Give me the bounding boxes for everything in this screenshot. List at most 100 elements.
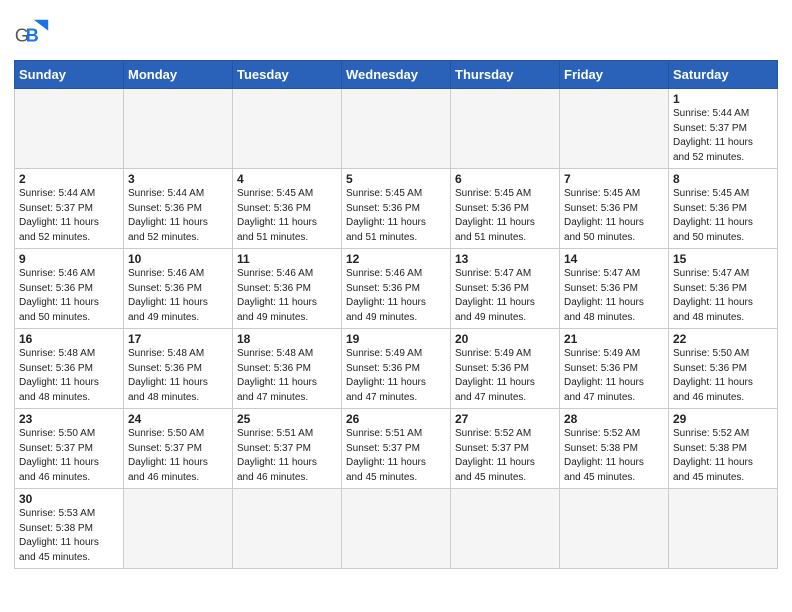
logo-icon: G B — [14, 18, 50, 54]
calendar-cell — [124, 89, 233, 169]
day-info: Sunrise: 5:50 AM Sunset: 5:36 PM Dayligh… — [673, 347, 773, 405]
day-info: Sunrise: 5:52 AM Sunset: 5:37 PM Dayligh… — [455, 427, 555, 485]
calendar-cell — [15, 89, 124, 169]
week-row-4: 16Sunrise: 5:48 AM Sunset: 5:36 PM Dayli… — [15, 329, 778, 409]
calendar-cell: 6Sunrise: 5:45 AM Sunset: 5:36 PM Daylig… — [451, 169, 560, 249]
day-number: 8 — [673, 172, 773, 186]
day-info: Sunrise: 5:48 AM Sunset: 5:36 PM Dayligh… — [237, 347, 337, 405]
day-info: Sunrise: 5:44 AM Sunset: 5:36 PM Dayligh… — [128, 187, 228, 245]
calendar-cell: 9Sunrise: 5:46 AM Sunset: 5:36 PM Daylig… — [15, 249, 124, 329]
day-info: Sunrise: 5:45 AM Sunset: 5:36 PM Dayligh… — [346, 187, 446, 245]
calendar-cell: 7Sunrise: 5:45 AM Sunset: 5:36 PM Daylig… — [560, 169, 669, 249]
calendar-cell: 28Sunrise: 5:52 AM Sunset: 5:38 PM Dayli… — [560, 409, 669, 489]
day-info: Sunrise: 5:47 AM Sunset: 5:36 PM Dayligh… — [673, 267, 773, 325]
calendar-cell: 20Sunrise: 5:49 AM Sunset: 5:36 PM Dayli… — [451, 329, 560, 409]
day-info: Sunrise: 5:45 AM Sunset: 5:36 PM Dayligh… — [673, 187, 773, 245]
day-number: 6 — [455, 172, 555, 186]
weekday-header-row: SundayMondayTuesdayWednesdayThursdayFrid… — [15, 61, 778, 89]
calendar-cell: 2Sunrise: 5:44 AM Sunset: 5:37 PM Daylig… — [15, 169, 124, 249]
day-info: Sunrise: 5:53 AM Sunset: 5:38 PM Dayligh… — [19, 507, 119, 565]
calendar-cell: 29Sunrise: 5:52 AM Sunset: 5:38 PM Dayli… — [669, 409, 778, 489]
calendar-cell: 23Sunrise: 5:50 AM Sunset: 5:37 PM Dayli… — [15, 409, 124, 489]
day-number: 11 — [237, 252, 337, 266]
day-info: Sunrise: 5:44 AM Sunset: 5:37 PM Dayligh… — [19, 187, 119, 245]
day-info: Sunrise: 5:49 AM Sunset: 5:36 PM Dayligh… — [346, 347, 446, 405]
day-number: 12 — [346, 252, 446, 266]
day-info: Sunrise: 5:46 AM Sunset: 5:36 PM Dayligh… — [346, 267, 446, 325]
calendar-cell: 13Sunrise: 5:47 AM Sunset: 5:36 PM Dayli… — [451, 249, 560, 329]
weekday-header-friday: Friday — [560, 61, 669, 89]
day-number: 19 — [346, 332, 446, 346]
calendar-cell: 8Sunrise: 5:45 AM Sunset: 5:36 PM Daylig… — [669, 169, 778, 249]
day-number: 13 — [455, 252, 555, 266]
day-info: Sunrise: 5:52 AM Sunset: 5:38 PM Dayligh… — [673, 427, 773, 485]
day-number: 29 — [673, 412, 773, 426]
day-info: Sunrise: 5:46 AM Sunset: 5:36 PM Dayligh… — [237, 267, 337, 325]
calendar-cell — [124, 489, 233, 569]
day-info: Sunrise: 5:51 AM Sunset: 5:37 PM Dayligh… — [346, 427, 446, 485]
calendar-cell: 24Sunrise: 5:50 AM Sunset: 5:37 PM Dayli… — [124, 409, 233, 489]
day-number: 25 — [237, 412, 337, 426]
calendar-cell: 16Sunrise: 5:48 AM Sunset: 5:36 PM Dayli… — [15, 329, 124, 409]
week-row-6: 30Sunrise: 5:53 AM Sunset: 5:38 PM Dayli… — [15, 489, 778, 569]
calendar-cell: 30Sunrise: 5:53 AM Sunset: 5:38 PM Dayli… — [15, 489, 124, 569]
day-number: 2 — [19, 172, 119, 186]
day-number: 28 — [564, 412, 664, 426]
day-info: Sunrise: 5:45 AM Sunset: 5:36 PM Dayligh… — [564, 187, 664, 245]
day-number: 24 — [128, 412, 228, 426]
day-number: 5 — [346, 172, 446, 186]
day-number: 26 — [346, 412, 446, 426]
weekday-header-thursday: Thursday — [451, 61, 560, 89]
calendar-cell — [560, 489, 669, 569]
week-row-5: 23Sunrise: 5:50 AM Sunset: 5:37 PM Dayli… — [15, 409, 778, 489]
day-number: 7 — [564, 172, 664, 186]
day-info: Sunrise: 5:52 AM Sunset: 5:38 PM Dayligh… — [564, 427, 664, 485]
day-info: Sunrise: 5:45 AM Sunset: 5:36 PM Dayligh… — [237, 187, 337, 245]
calendar-cell: 5Sunrise: 5:45 AM Sunset: 5:36 PM Daylig… — [342, 169, 451, 249]
weekday-header-saturday: Saturday — [669, 61, 778, 89]
calendar-cell: 26Sunrise: 5:51 AM Sunset: 5:37 PM Dayli… — [342, 409, 451, 489]
week-row-2: 2Sunrise: 5:44 AM Sunset: 5:37 PM Daylig… — [15, 169, 778, 249]
calendar-cell: 10Sunrise: 5:46 AM Sunset: 5:36 PM Dayli… — [124, 249, 233, 329]
day-info: Sunrise: 5:51 AM Sunset: 5:37 PM Dayligh… — [237, 427, 337, 485]
calendar-cell — [560, 89, 669, 169]
day-number: 14 — [564, 252, 664, 266]
weekday-header-tuesday: Tuesday — [233, 61, 342, 89]
calendar-cell: 12Sunrise: 5:46 AM Sunset: 5:36 PM Dayli… — [342, 249, 451, 329]
calendar-cell: 25Sunrise: 5:51 AM Sunset: 5:37 PM Dayli… — [233, 409, 342, 489]
calendar-cell: 18Sunrise: 5:48 AM Sunset: 5:36 PM Dayli… — [233, 329, 342, 409]
day-info: Sunrise: 5:48 AM Sunset: 5:36 PM Dayligh… — [128, 347, 228, 405]
calendar-cell — [342, 489, 451, 569]
calendar-cell — [233, 89, 342, 169]
calendar-cell: 21Sunrise: 5:49 AM Sunset: 5:36 PM Dayli… — [560, 329, 669, 409]
day-info: Sunrise: 5:49 AM Sunset: 5:36 PM Dayligh… — [455, 347, 555, 405]
day-info: Sunrise: 5:47 AM Sunset: 5:36 PM Dayligh… — [564, 267, 664, 325]
header: G B — [14, 10, 778, 54]
day-number: 22 — [673, 332, 773, 346]
week-row-3: 9Sunrise: 5:46 AM Sunset: 5:36 PM Daylig… — [15, 249, 778, 329]
day-number: 16 — [19, 332, 119, 346]
page: G B SundayMondayTuesdayWednesdayThursday… — [0, 0, 792, 612]
day-number: 18 — [237, 332, 337, 346]
day-info: Sunrise: 5:46 AM Sunset: 5:36 PM Dayligh… — [19, 267, 119, 325]
week-row-1: 1Sunrise: 5:44 AM Sunset: 5:37 PM Daylig… — [15, 89, 778, 169]
weekday-header-monday: Monday — [124, 61, 233, 89]
calendar-cell: 27Sunrise: 5:52 AM Sunset: 5:37 PM Dayli… — [451, 409, 560, 489]
weekday-header-wednesday: Wednesday — [342, 61, 451, 89]
day-number: 30 — [19, 492, 119, 506]
calendar-cell — [451, 89, 560, 169]
day-info: Sunrise: 5:50 AM Sunset: 5:37 PM Dayligh… — [19, 427, 119, 485]
calendar-cell: 11Sunrise: 5:46 AM Sunset: 5:36 PM Dayli… — [233, 249, 342, 329]
calendar-cell: 3Sunrise: 5:44 AM Sunset: 5:36 PM Daylig… — [124, 169, 233, 249]
calendar-cell: 1Sunrise: 5:44 AM Sunset: 5:37 PM Daylig… — [669, 89, 778, 169]
day-number: 1 — [673, 92, 773, 106]
calendar-cell — [451, 489, 560, 569]
day-number: 27 — [455, 412, 555, 426]
day-number: 10 — [128, 252, 228, 266]
day-info: Sunrise: 5:47 AM Sunset: 5:36 PM Dayligh… — [455, 267, 555, 325]
calendar: SundayMondayTuesdayWednesdayThursdayFrid… — [14, 60, 778, 569]
calendar-cell — [233, 489, 342, 569]
day-info: Sunrise: 5:48 AM Sunset: 5:36 PM Dayligh… — [19, 347, 119, 405]
day-number: 9 — [19, 252, 119, 266]
calendar-cell: 17Sunrise: 5:48 AM Sunset: 5:36 PM Dayli… — [124, 329, 233, 409]
